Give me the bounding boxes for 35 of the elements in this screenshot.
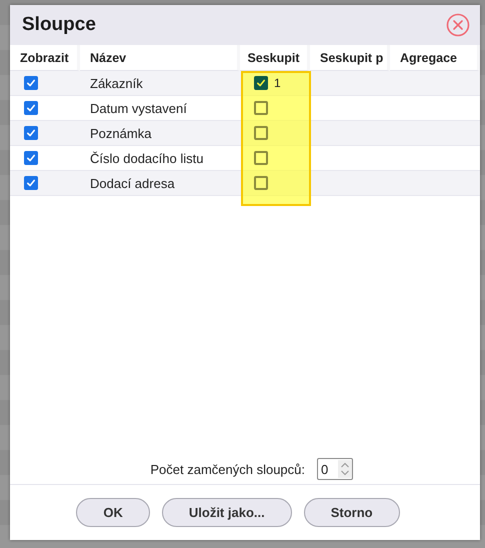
checkbox[interactable] xyxy=(254,76,268,90)
check-icon xyxy=(26,78,36,88)
checkbox[interactable] xyxy=(254,151,268,165)
column-header[interactable]: Název xyxy=(80,50,126,64)
dialog-title: Sloupce xyxy=(22,14,96,36)
spinner-icon[interactable] xyxy=(338,460,352,478)
dialog-button[interactable]: Uložit jako... xyxy=(162,498,292,527)
column-header[interactable]: Seskupit xyxy=(247,50,300,64)
check-icon xyxy=(26,128,36,138)
group-order: 1 xyxy=(274,76,281,90)
check-icon xyxy=(26,178,36,188)
column-header[interactable]: Seskupit p xyxy=(310,50,384,64)
checkbox[interactable] xyxy=(24,151,38,165)
checkbox[interactable] xyxy=(254,176,268,190)
checkbox[interactable] xyxy=(24,126,38,140)
number-field[interactable]: 0 xyxy=(317,458,353,480)
checkbox[interactable] xyxy=(24,76,38,90)
column-name: Dodací adresa xyxy=(89,176,175,190)
column-name: Poznámka xyxy=(89,126,152,140)
close-icon[interactable] xyxy=(446,13,470,37)
check-icon xyxy=(256,78,266,88)
checkbox[interactable] xyxy=(24,176,38,190)
checkbox[interactable] xyxy=(254,101,268,115)
field-label: Počet zamčených sloupců: xyxy=(150,462,305,476)
dialog-button[interactable]: OK xyxy=(76,498,150,527)
column-name: Číslo dodacího listu xyxy=(89,150,204,166)
column-header[interactable]: Agregace xyxy=(390,50,457,64)
column-header[interactable]: Zobrazit xyxy=(10,50,69,64)
check-icon xyxy=(26,153,36,163)
column-name: Datum vystavení xyxy=(89,100,187,116)
column-name: Zákazník xyxy=(89,76,143,90)
check-icon xyxy=(26,103,36,113)
checkbox[interactable] xyxy=(254,126,268,140)
checkbox[interactable] xyxy=(24,101,38,115)
dialog-button[interactable]: Storno xyxy=(304,498,400,527)
